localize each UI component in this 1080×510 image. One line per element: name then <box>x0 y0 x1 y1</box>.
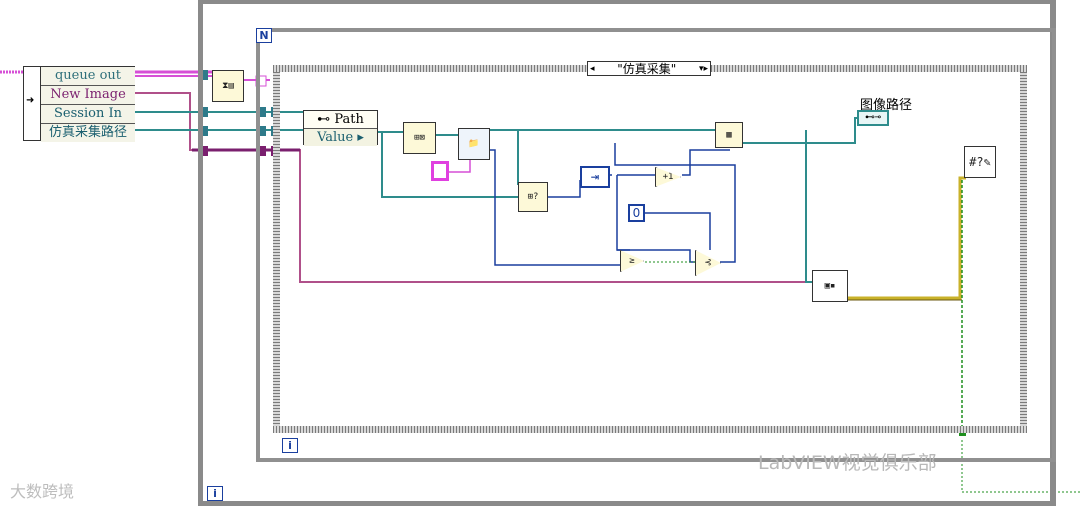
watermark-left: 大数跨境 <box>10 482 75 501</box>
shift-register-icon[interactable]: ⇥ <box>580 166 610 188</box>
property-class-label: Path <box>334 112 364 127</box>
unbundle-item-new-image[interactable]: New Image <box>41 86 135 105</box>
unbundle-item-queue-out[interactable]: queue out <box>41 67 135 86</box>
outer-iteration-terminal: i <box>207 486 223 501</box>
unbundle-side-handle: ➜ <box>24 67 41 140</box>
build-path-vi-icon[interactable]: ▦ <box>715 122 743 148</box>
watermark-right: LabVIEW视觉俱乐部 <box>758 452 937 474</box>
case-selector[interactable]: ◂ "仿真采集" ▾▸ <box>587 61 711 76</box>
inner-iteration-terminal: i <box>282 438 298 453</box>
unbundle-item-session-in[interactable]: Session In <box>41 105 135 124</box>
index-array-vi-icon[interactable]: ⊞? <box>518 182 548 212</box>
case-prev-arrow-icon[interactable]: ◂ <box>590 64 595 74</box>
case-structure[interactable] <box>266 58 1034 440</box>
pattern-string-constant[interactable] <box>431 161 449 181</box>
case-selector-label: "仿真采集" <box>617 62 677 76</box>
property-class-row: ⊷ Path <box>304 111 377 129</box>
unbundle-by-name-node[interactable]: ➜ queue out New Image Session In 仿真采集路径 <box>23 66 135 142</box>
strip-path-vi-icon[interactable]: ⊞⊠ <box>403 122 436 154</box>
property-value-label: Value <box>317 130 354 145</box>
read-file-vi-icon[interactable]: ▣▪ <box>812 270 848 302</box>
clear-errors-vi-icon[interactable]: #?✎ <box>964 146 996 178</box>
list-folder-vi-icon[interactable]: 📁 <box>458 128 490 160</box>
zero-constant[interactable]: 0 <box>628 204 645 222</box>
property-value-row[interactable]: Value ▸ <box>304 129 377 146</box>
path-property-node[interactable]: ⊷ Path Value ▸ <box>303 110 378 146</box>
loop-count-terminal[interactable]: N <box>256 28 272 43</box>
unbundle-item-sim-path[interactable]: 仿真采集路径 <box>41 124 135 142</box>
arrow-right-icon: ➜ <box>26 95 35 106</box>
dequeue-vi-icon[interactable]: ⧗▤ <box>212 70 244 102</box>
image-path-indicator[interactable]: ⊷⊸ <box>857 110 889 126</box>
case-next-arrow-icon[interactable]: ▾▸ <box>699 64 708 74</box>
